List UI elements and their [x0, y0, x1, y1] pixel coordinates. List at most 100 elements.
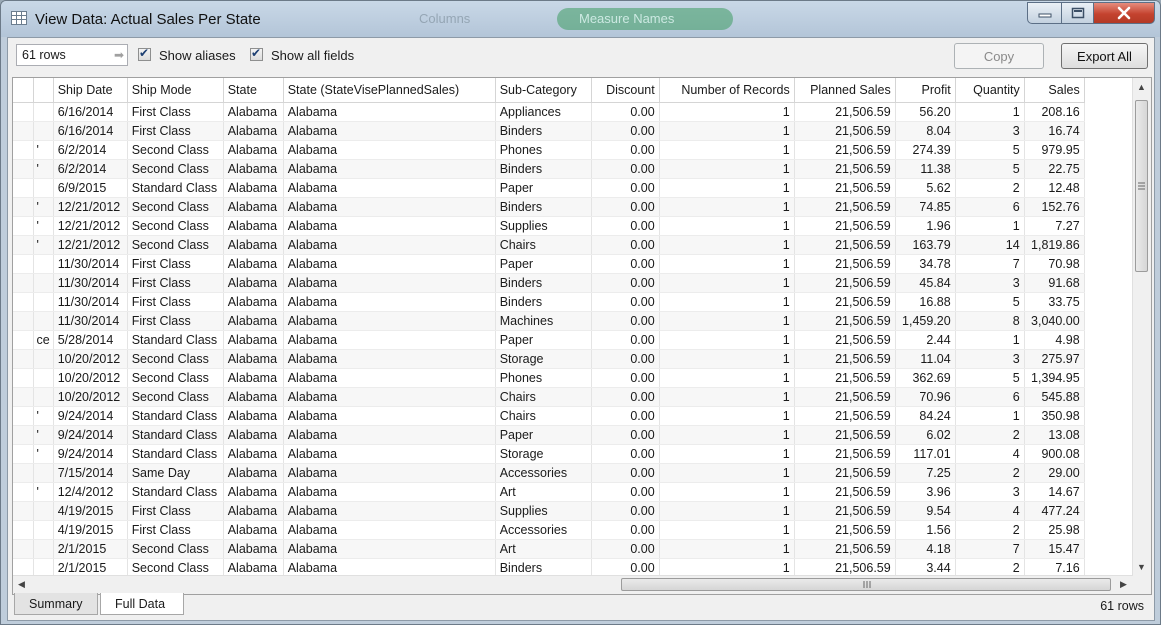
table-cell[interactable]: Accessories [495, 520, 592, 540]
export-all-button[interactable]: Export All [1061, 43, 1148, 69]
table-cell[interactable] [33, 387, 54, 407]
table-cell[interactable]: 8 [955, 311, 1025, 331]
table-cell[interactable]: Art [495, 539, 592, 559]
show-aliases-checkbox[interactable] [138, 46, 151, 61]
table-cell[interactable]: 6/16/2014 [53, 102, 128, 122]
scroll-right-icon[interactable]: ▶ [1120, 579, 1127, 590]
table-cell[interactable]: Alabama [283, 102, 496, 122]
table-cell[interactable]: 21,506.59 [794, 444, 896, 464]
table-cell[interactable]: 0.00 [591, 273, 660, 293]
table-row[interactable]: ce 5/28/2014 Standard Class Alabama Alabama P… [13, 330, 1085, 350]
scroll-left-icon[interactable]: ◀ [18, 579, 25, 590]
table-cell[interactable]: 5 [955, 159, 1025, 179]
tab-summary[interactable]: Summary [14, 593, 98, 615]
table-cell[interactable]: 0.00 [591, 425, 660, 445]
table-cell[interactable]: 275.97 [1024, 349, 1085, 369]
table-cell[interactable]: Second Class [127, 140, 224, 160]
table-cell[interactable]: 1,819.86 [1024, 235, 1085, 255]
row-marker-cell[interactable] [13, 140, 34, 160]
table-cell[interactable]: 21,506.59 [794, 178, 896, 198]
table-cell[interactable]: 16.74 [1024, 121, 1085, 141]
table-cell[interactable]: Alabama [223, 216, 284, 236]
table-cell[interactable]: 0.00 [591, 292, 660, 312]
table-row[interactable]: 11/30/2014 First Class Alabama Alabama Machi… [13, 311, 1085, 331]
row-marker-cell[interactable] [13, 254, 34, 274]
row-marker-cell[interactable] [13, 349, 34, 369]
table-row[interactable]: 10/20/2012 Second Class Alabama Alabama Phon… [13, 368, 1085, 388]
close-button[interactable] [1093, 2, 1155, 24]
table-cell[interactable]: 11.38 [895, 159, 956, 179]
table-cell[interactable]: Second Class [127, 197, 224, 217]
table-cell[interactable]: 0.00 [591, 482, 660, 502]
table-cell[interactable]: 5/28/2014 [53, 330, 128, 350]
table-cell[interactable]: 21,506.59 [794, 463, 896, 483]
arrow-right-icon[interactable]: ➡ [114, 48, 124, 62]
table-row[interactable]: 11/30/2014 First Class Alabama Alabama Binde… [13, 292, 1085, 312]
table-cell[interactable]: 0.00 [591, 254, 660, 274]
table-cell[interactable]: 9/24/2014 [53, 406, 128, 426]
table-row[interactable]: ' 6/2/2014 Second Class Alabama Alabama Binde… [13, 159, 1085, 179]
table-row[interactable]: 11/30/2014 First Class Alabama Alabama Binde… [13, 273, 1085, 293]
table-cell[interactable]: 12/21/2012 [53, 216, 128, 236]
table-cell[interactable]: 163.79 [895, 235, 956, 255]
column-header[interactable] [33, 78, 54, 103]
table-cell[interactable]: 34.78 [895, 254, 956, 274]
table-cell[interactable]: First Class [127, 254, 224, 274]
row-marker-cell[interactable] [13, 539, 34, 559]
table-cell[interactable]: 1 [659, 159, 795, 179]
table-cell[interactable]: 1.56 [895, 520, 956, 540]
table-cell[interactable]: 21,506.59 [794, 349, 896, 369]
table-cell[interactable]: 21,506.59 [794, 292, 896, 312]
row-marker-cell[interactable] [13, 482, 34, 502]
table-cell[interactable]: 1 [659, 178, 795, 198]
table-row[interactable]: 2/1/2015 Second Class Alabama Alabama Art 0.0… [13, 539, 1085, 559]
row-marker-cell[interactable] [13, 311, 34, 331]
table-cell[interactable]: Alabama [283, 159, 496, 179]
table-cell[interactable]: 0.00 [591, 140, 660, 160]
table-cell[interactable]: Alabama [223, 140, 284, 160]
table-cell[interactable] [33, 368, 54, 388]
table-row[interactable]: ' 9/24/2014 Standard Class Alabama Alabama Ch… [13, 406, 1085, 426]
table-cell[interactable]: First Class [127, 292, 224, 312]
tab-full-data[interactable]: Full Data [100, 593, 184, 615]
table-cell[interactable]: 4/19/2015 [53, 520, 128, 540]
table-cell[interactable]: 10/20/2012 [53, 368, 128, 388]
table-cell[interactable]: 1 [659, 140, 795, 160]
table-cell[interactable]: First Class [127, 102, 224, 122]
table-cell[interactable] [33, 311, 54, 331]
table-cell[interactable]: ' [33, 140, 54, 160]
table-cell[interactable]: Alabama [223, 520, 284, 540]
table-cell[interactable]: 4 [955, 501, 1025, 521]
table-cell[interactable]: 4 [955, 444, 1025, 464]
column-header[interactable]: Sub-Category [495, 78, 592, 103]
table-cell[interactable]: Alabama [283, 330, 496, 350]
table-cell[interactable]: Alabama [223, 539, 284, 559]
table-cell[interactable]: 0.00 [591, 159, 660, 179]
table-cell[interactable]: Alabama [223, 292, 284, 312]
table-cell[interactable]: Alabama [223, 501, 284, 521]
row-marker-cell[interactable] [13, 425, 34, 445]
table-cell[interactable]: 33.75 [1024, 292, 1085, 312]
table-cell[interactable]: 1 [659, 197, 795, 217]
table-cell[interactable]: Alabama [283, 539, 496, 559]
column-header[interactable]: Ship Mode [127, 78, 224, 103]
table-cell[interactable]: 21,506.59 [794, 121, 896, 141]
table-cell[interactable]: Chairs [495, 406, 592, 426]
table-row[interactable]: ' 9/24/2014 Standard Class Alabama Alabama St… [13, 444, 1085, 464]
table-cell[interactable]: Alabama [283, 444, 496, 464]
table-cell[interactable]: Alabama [283, 197, 496, 217]
table-row[interactable]: 6/9/2015 Standard Class Alabama Alabama Pape… [13, 178, 1085, 198]
row-marker-cell[interactable] [13, 197, 34, 217]
table-row[interactable]: ' 12/21/2012 Second Class Alabama Alabama Bin… [13, 197, 1085, 217]
table-cell[interactable]: 12/21/2012 [53, 235, 128, 255]
table-cell[interactable]: First Class [127, 311, 224, 331]
table-cell[interactable] [33, 102, 54, 122]
table-cell[interactable]: 900.08 [1024, 444, 1085, 464]
row-marker-cell[interactable] [13, 273, 34, 293]
table-cell[interactable] [33, 349, 54, 369]
table-cell[interactable]: ' [33, 444, 54, 464]
table-cell[interactable]: Alabama [283, 520, 496, 540]
table-cell[interactable]: 21,506.59 [794, 330, 896, 350]
table-cell[interactable]: 21,506.59 [794, 520, 896, 540]
table-row[interactable]: 10/20/2012 Second Class Alabama Alabama Chai… [13, 387, 1085, 407]
